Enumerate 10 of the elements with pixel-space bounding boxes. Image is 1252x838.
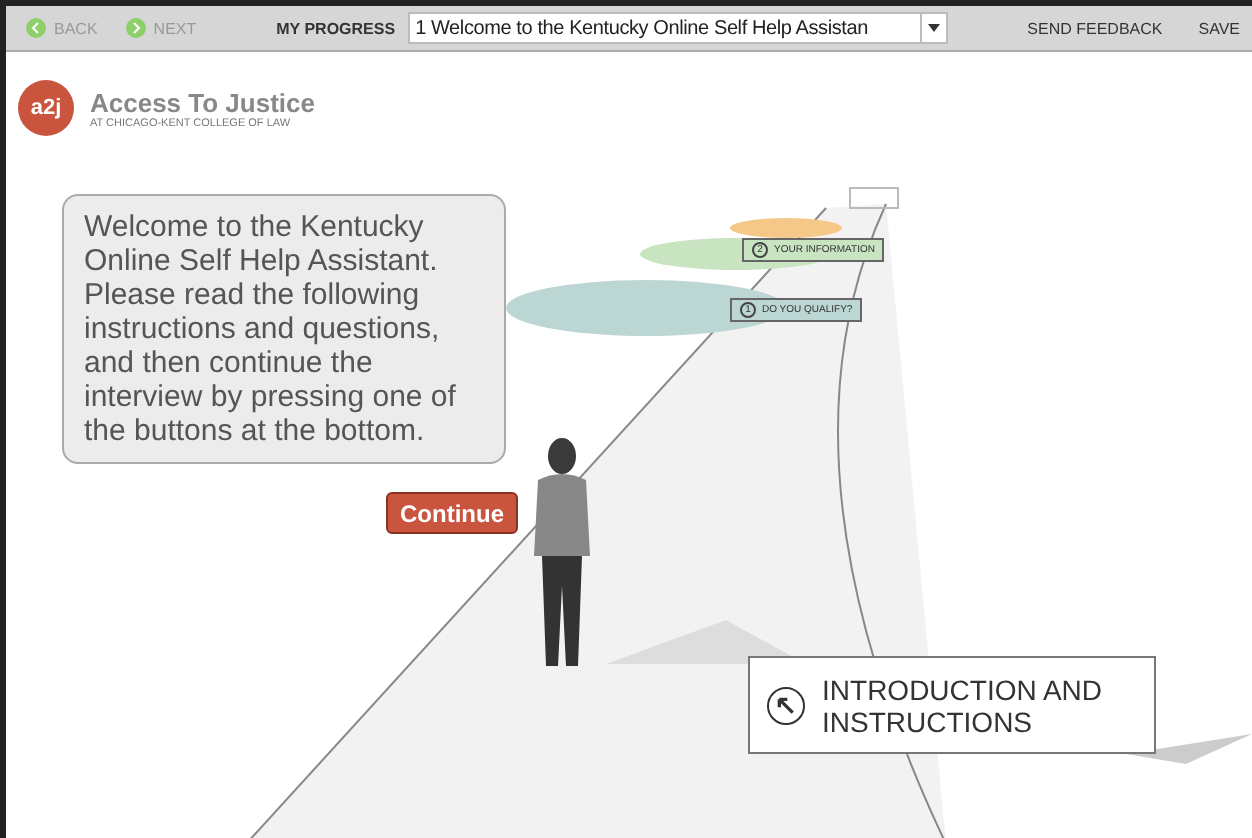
save-link[interactable]: SAVE [1198, 19, 1240, 37]
send-feedback-link[interactable]: SEND FEEDBACK [1027, 19, 1163, 37]
speech-bubble: Welcome to the Kentucky Online Self Help Assistant. Please read the following instructions and questions, and then continue the interview by pressing one of the buttons at the bottom. [62, 194, 506, 464]
logo: a2j [18, 80, 74, 136]
caret-icon [927, 24, 940, 32]
continue-button[interactable]: Continue [386, 492, 518, 534]
site-title: Access To Justice [90, 87, 315, 117]
progress-label: MY PROGRESS [276, 19, 396, 37]
sign-label: INTRODUCTION AND INSTRUCTIONS [822, 673, 1105, 737]
progress-dropdown[interactable]: 1 Welcome to the Kentucky Online Self Help Assistan [407, 12, 948, 44]
